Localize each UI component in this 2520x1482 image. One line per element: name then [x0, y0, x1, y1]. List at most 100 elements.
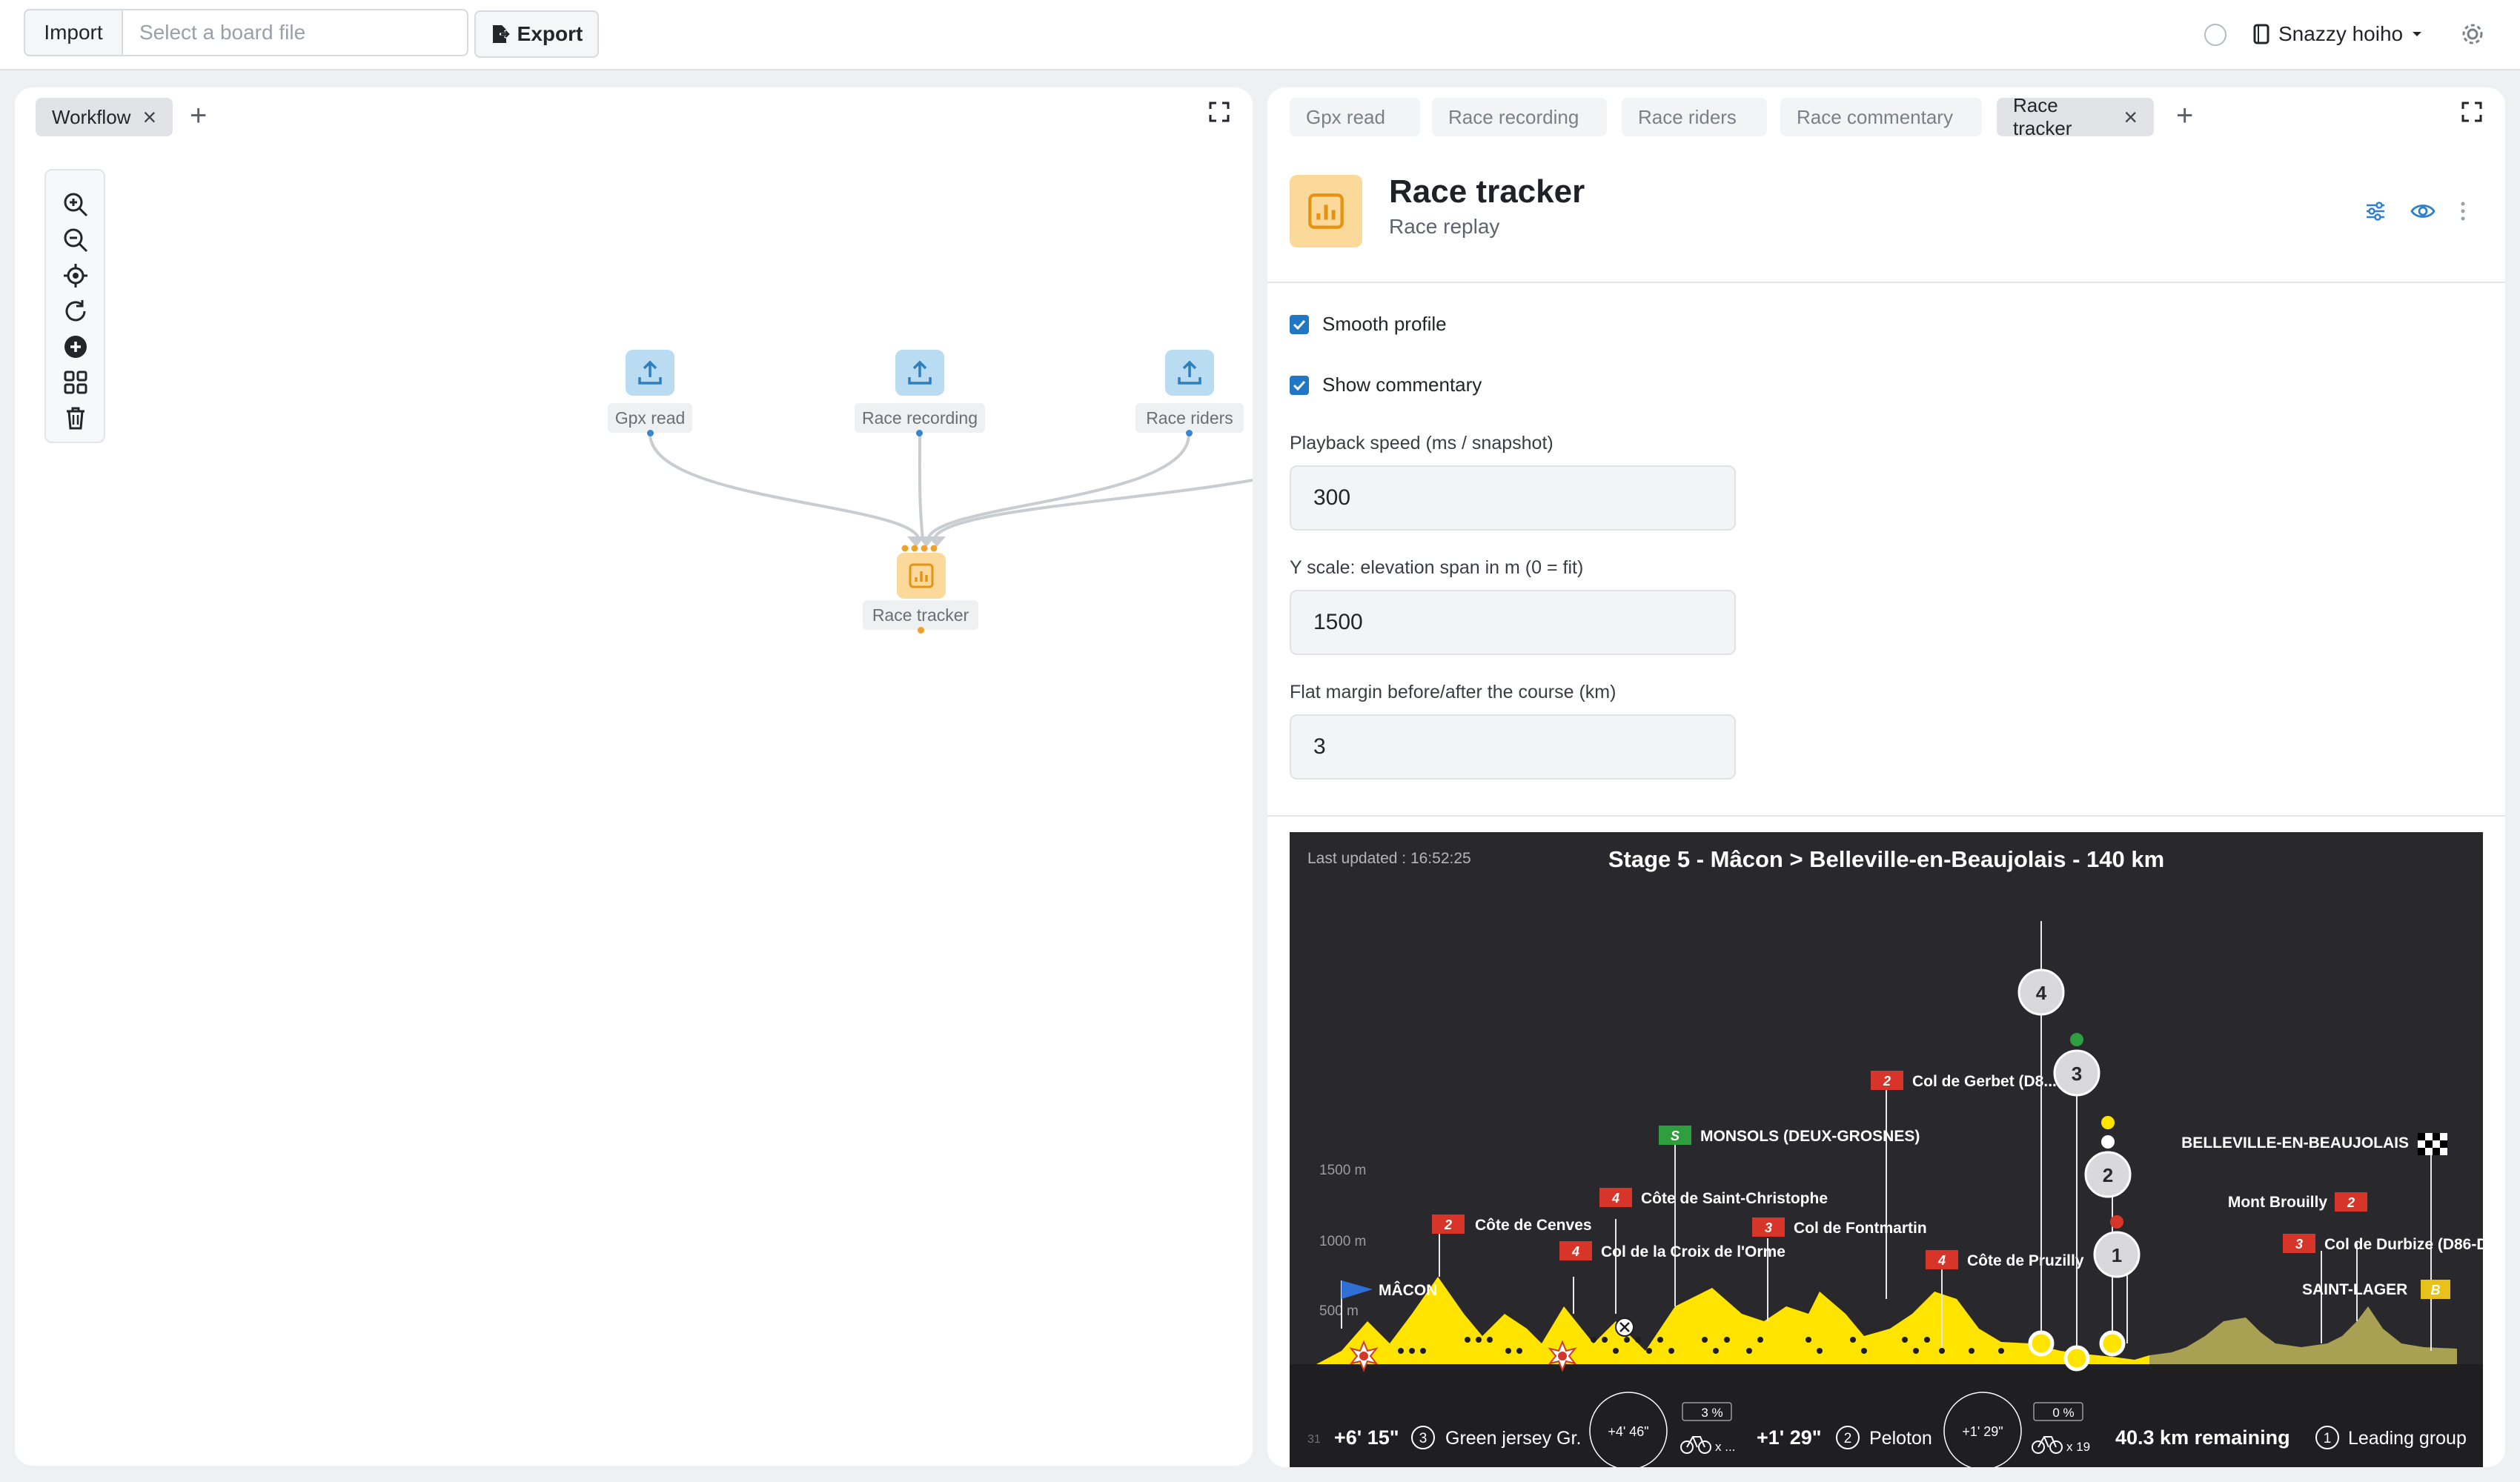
race-profile: Last updated : 16:52:25 Stage 5 - Mâcon … [1290, 832, 2483, 1467]
climb-category: S [1671, 1129, 1680, 1143]
show-commentary-option[interactable]: Show commentary [1290, 373, 1482, 396]
tab-race-tracker[interactable]: Race tracker × [1997, 94, 2154, 139]
flat-margin-input[interactable]: 3 [1290, 714, 1736, 780]
input-ports[interactable] [901, 542, 940, 552]
group-badge-number: 3 [1419, 1431, 1428, 1446]
node-race-riders-icon[interactable] [1165, 350, 1214, 396]
rider-count: x 19 [2066, 1440, 2090, 1454]
node-race-riders-label[interactable]: Race riders [1135, 403, 1244, 433]
checkbox-label: Show commentary [1322, 373, 1482, 396]
playback-speed-input[interactable]: 300 [1290, 465, 1736, 531]
smooth-profile-option[interactable]: Smooth profile [1290, 313, 1447, 336]
footer-strip [1290, 1364, 2483, 1467]
more-vertical-icon[interactable] [2459, 200, 2467, 222]
group-marker [2028, 1330, 2055, 1357]
smooth-profile-checkbox[interactable] [1290, 314, 1309, 334]
workflow-edges [649, 433, 1253, 547]
upload-icon [908, 360, 932, 385]
climb-name: Col de Fontmartin [1794, 1220, 1927, 1237]
km-remaining: 40.3 km remaining [2115, 1426, 2290, 1449]
group-marker [2063, 1345, 2090, 1372]
show-commentary-checkbox[interactable] [1290, 375, 1309, 395]
race-tracker-icon [1290, 175, 1362, 247]
detail-panel: Gpx read Race recording Race riders Race… [1267, 87, 2505, 1467]
climb-category: 4 [1611, 1191, 1619, 1206]
y-tick: 1000 m [1319, 1234, 1366, 1249]
chart-bar-icon [909, 563, 934, 588]
eye-icon[interactable] [2410, 202, 2436, 221]
y-scale-label: Y scale: elevation span in m (0 = fit) [1290, 557, 1584, 578]
gap-circle-label: +4' 46" [1608, 1424, 1648, 1439]
output-port[interactable] [918, 627, 924, 634]
grade-value: 0 % [2052, 1406, 2074, 1420]
climb-name: Mont Brouilly [2228, 1194, 2327, 1211]
group-number: 2 [2103, 1164, 2113, 1186]
workflow-panel: Workflow × + Gpx read Race recording Rac… [15, 87, 1253, 1466]
climb-name: Col de Durbize (D86-D26) [2324, 1236, 2483, 1253]
board-icon [2253, 24, 2269, 44]
top-bar: Import Select a board file Export Snazzy… [0, 0, 2520, 70]
output-port[interactable] [647, 430, 654, 436]
user-name: Snazzy hoiho [2278, 22, 2404, 45]
climb-category: 3 [1765, 1220, 1772, 1235]
divider [1267, 815, 2505, 817]
climb-name: Col de Gerbet (D8... [1912, 1073, 2057, 1090]
climb-name: SAINT-LAGER [2302, 1281, 2407, 1298]
node-race-recording-label[interactable]: Race recording [855, 403, 985, 433]
climb-category: 2 [2347, 1195, 2355, 1210]
export-label: Export [517, 22, 583, 45]
page-title: Race tracker [1389, 173, 1585, 210]
output-port[interactable] [1186, 430, 1193, 436]
group-name: Peloton [1869, 1428, 1932, 1449]
climb-name: Côte de Cenves [1475, 1217, 1592, 1234]
add-tab-button[interactable]: + [2176, 101, 2193, 130]
rider-count: x ... [1715, 1440, 1735, 1454]
import-button[interactable]: Import [24, 9, 123, 56]
tab-race-recording[interactable]: Race recording [1432, 98, 1607, 136]
node-gpx-read-icon[interactable] [626, 350, 674, 396]
yellow-jersey-dot [2101, 1116, 2115, 1129]
group-number: 1 [2112, 1244, 2122, 1266]
climb-name: Côte de Pruzilly [1967, 1252, 2084, 1269]
group-number: 4 [2036, 982, 2047, 1004]
checkbox-label: Smooth profile [1322, 313, 1447, 335]
climb-category: 4 [1571, 1244, 1579, 1259]
fullscreen-icon[interactable] [2461, 101, 2483, 123]
climb-category: 2 [1444, 1217, 1452, 1232]
settings-gear-icon[interactable] [2459, 21, 2486, 47]
tab-race-riders[interactable]: Race riders [1622, 98, 1767, 136]
user-menu[interactable]: Snazzy hoiho [2253, 19, 2422, 49]
climb-category: 2 [1883, 1074, 1891, 1089]
board-file-select[interactable]: Select a board file [123, 9, 468, 56]
grade-value: 3 % [1701, 1406, 1722, 1420]
export-button[interactable]: Export [474, 10, 599, 58]
crash-marker-icon [1615, 1317, 1634, 1337]
node-race-tracker-label[interactable]: Race tracker [863, 600, 978, 630]
gap-circle-label: +1' 29" [1962, 1424, 2003, 1439]
climb-category: 4 [1937, 1253, 1946, 1268]
row-number: 31 [1307, 1433, 1321, 1446]
output-port[interactable] [916, 430, 923, 436]
node-race-tracker-icon[interactable] [897, 553, 946, 599]
tab-label: Race tracker [2013, 94, 2072, 139]
chart-bar-icon [1308, 193, 1344, 229]
gap-time: +1' 29" [1757, 1426, 1822, 1449]
node-race-recording-icon[interactable] [895, 350, 944, 396]
caret-down-icon [2413, 32, 2422, 36]
start-label: MÂCON [1379, 1281, 1437, 1299]
y-scale-input[interactable]: 1500 [1290, 590, 1736, 655]
group-number: 3 [2072, 1063, 2082, 1085]
climb-category: B [2431, 1283, 2441, 1297]
page-subtitle: Race replay [1389, 215, 1500, 238]
tab-gpx-read[interactable]: Gpx read [1290, 98, 1420, 136]
tab-label: Race recording [1448, 105, 1579, 128]
group-name: Green jersey Gr. [1445, 1428, 1581, 1449]
tab-label: Race commentary [1797, 105, 1953, 128]
tab-race-commentary[interactable]: Race commentary [1780, 98, 1982, 136]
climb-name: Côte de Saint-Christophe [1641, 1190, 1828, 1207]
gap-time: +6' 15" [1334, 1426, 1399, 1449]
sliders-icon[interactable] [2364, 200, 2387, 222]
close-icon[interactable]: × [2123, 105, 2138, 129]
node-gpx-read-label[interactable]: Gpx read [608, 403, 692, 433]
climb-name: Col de la Croix de l'Orme [1601, 1243, 1785, 1260]
